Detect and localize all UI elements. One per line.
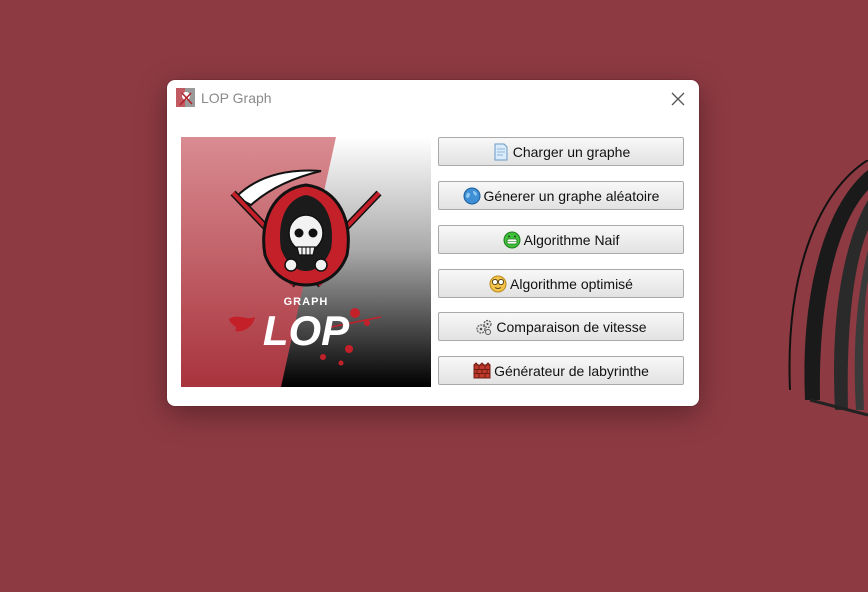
window-title: LOP Graph <box>201 90 272 106</box>
speed-comparison-button[interactable]: Comparaison de vitesse <box>438 312 684 341</box>
app-window: LOP Graph GRAPH LOP Charger un graphe Gé… <box>167 80 699 406</box>
nerd-face-icon <box>489 275 507 293</box>
naive-algorithm-label: Algorithme Naif <box>523 231 620 248</box>
title-bar: LOP Graph <box>167 80 699 116</box>
load-graph-button[interactable]: Charger un graphe <box>438 137 684 166</box>
naive-algorithm-button[interactable]: Algorithme Naif <box>438 225 684 254</box>
maze-generator-button[interactable]: Générateur de labyrinthe <box>438 356 684 385</box>
globe-icon <box>463 187 481 205</box>
speed-comparison-label: Comparaison de vitesse <box>496 318 647 335</box>
desktop-wallpaper-art <box>788 160 868 417</box>
close-button[interactable] <box>667 88 689 110</box>
load-graph-label: Charger un graphe <box>512 143 631 160</box>
grin-face-icon <box>503 231 521 249</box>
lop-graph-logo: GRAPH LOP <box>181 137 431 387</box>
gears-icon <box>475 318 493 336</box>
generate-random-graph-button[interactable]: Génerer un graphe aléatoire <box>438 181 684 210</box>
close-icon <box>671 92 685 106</box>
document-icon <box>492 143 510 161</box>
optimized-algorithm-label: Algorithme optimisé <box>510 275 633 292</box>
app-icon <box>176 88 195 107</box>
generate-random-graph-label: Génerer un graphe aléatoire <box>483 187 660 204</box>
logo-big-text: LOP <box>263 307 350 354</box>
maze-generator-label: Générateur de labyrinthe <box>494 362 649 379</box>
brick-wall-icon <box>473 361 491 380</box>
optimized-algorithm-button[interactable]: Algorithme optimisé <box>438 269 684 298</box>
